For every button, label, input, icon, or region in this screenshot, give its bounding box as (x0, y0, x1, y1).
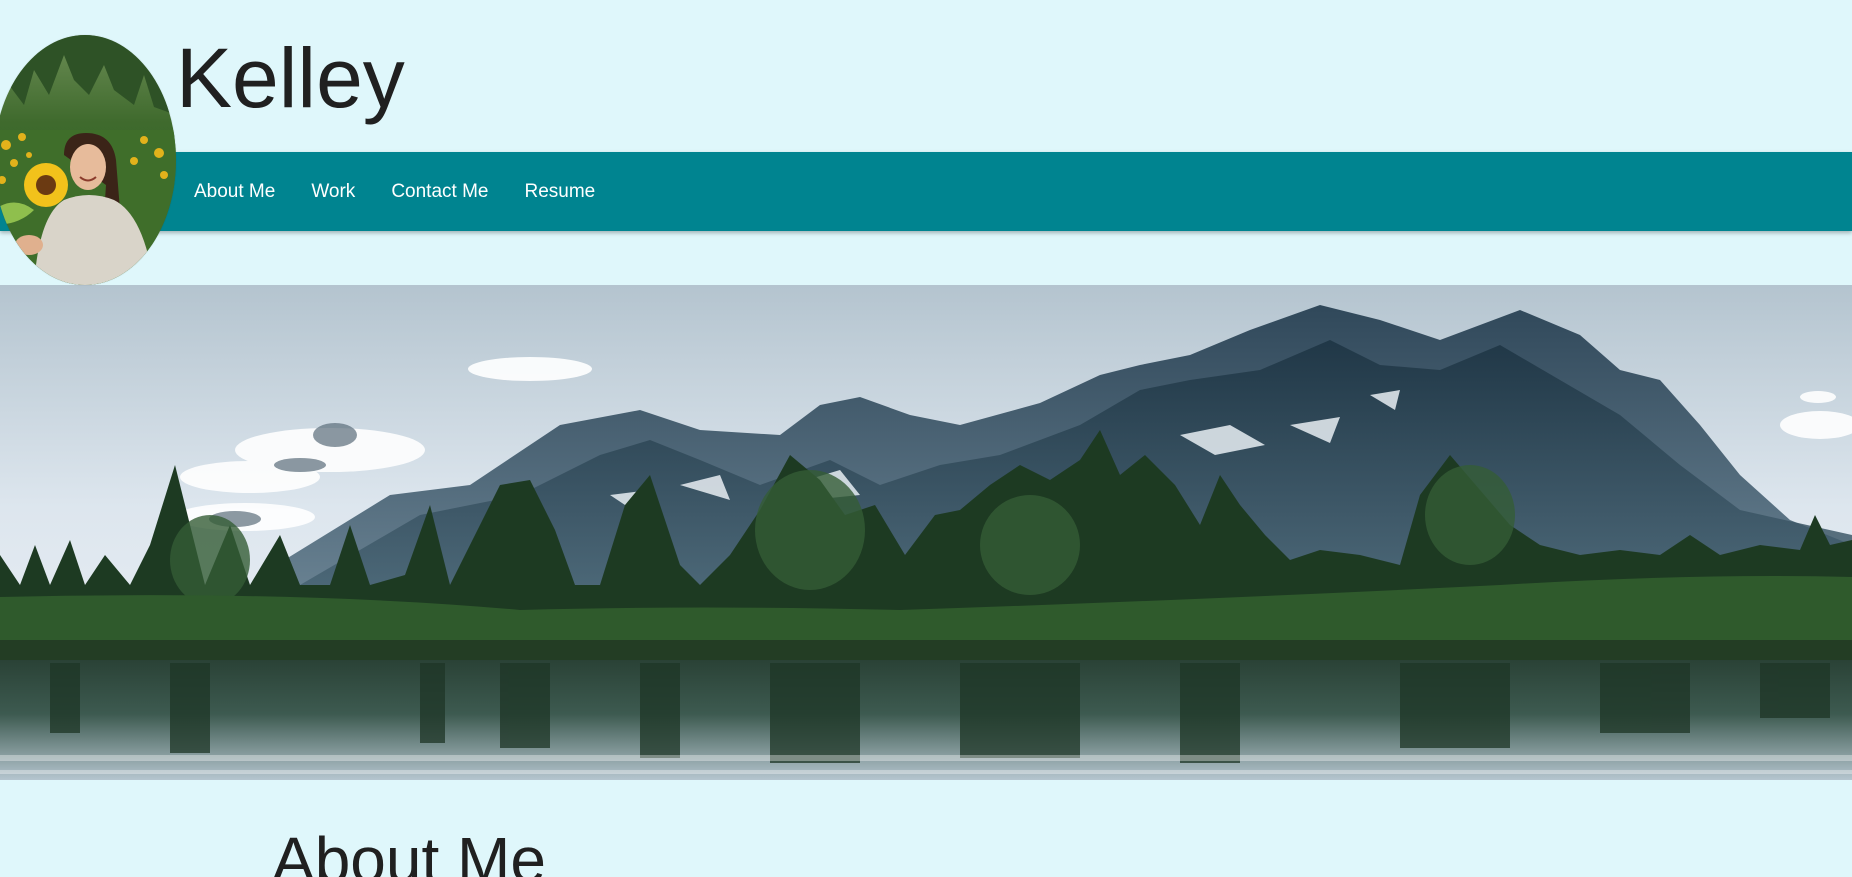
avatar (0, 35, 176, 285)
profile-photo (0, 35, 176, 285)
nav-link-resume[interactable]: Resume (506, 152, 613, 231)
hero-banner (0, 285, 1852, 780)
mountain-lake-image (0, 285, 1852, 780)
page: Kelley About Me Work Contact Me Resume A… (0, 0, 1852, 877)
nav-link-contact-me[interactable]: Contact Me (373, 152, 506, 231)
nav-link-work[interactable]: Work (293, 152, 373, 231)
about-me-heading: About Me (272, 824, 546, 877)
nav-list: About Me Work Contact Me Resume (176, 152, 613, 231)
main-navbar: About Me Work Contact Me Resume (0, 152, 1852, 231)
nav-link-about-me[interactable]: About Me (176, 152, 293, 231)
site-header: Kelley About Me Work Contact Me Resume (0, 0, 1852, 285)
site-title: Kelley (176, 31, 405, 125)
